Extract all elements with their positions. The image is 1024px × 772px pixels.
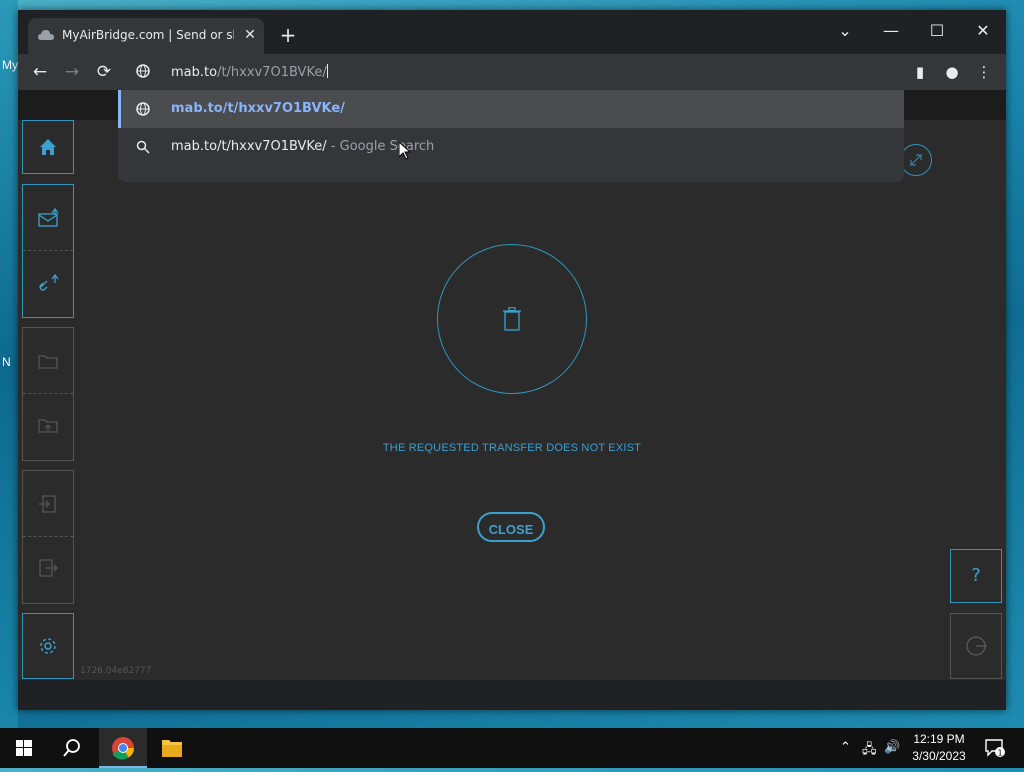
notification-icon: 1 bbox=[985, 739, 1005, 758]
close-button[interactable]: CLOSE bbox=[477, 512, 545, 542]
clock-time: 12:19 PM bbox=[913, 732, 965, 746]
back-arrow-icon[interactable]: ← bbox=[26, 58, 54, 86]
suggestion-search[interactable]: mab.to/t/hxxv7O1BVKe/ - Google Search bbox=[118, 128, 904, 166]
system-clock[interactable]: 12:19 PM 3/30/2023 bbox=[904, 731, 974, 765]
folder-icon bbox=[162, 740, 182, 757]
gear-icon bbox=[40, 638, 56, 654]
chrome-icon bbox=[112, 737, 134, 760]
selection-indicator bbox=[118, 90, 121, 128]
volume-icon[interactable]: 🔊 bbox=[884, 740, 900, 755]
tab-close-icon[interactable]: ✕ bbox=[240, 25, 260, 45]
send-menu-group bbox=[22, 184, 74, 318]
omnibox-suggestions: mab.to/t/hxxv7O1BVKe/ mab.to/t/hxxv7O1BV… bbox=[118, 90, 904, 182]
logout-button[interactable] bbox=[950, 613, 1002, 679]
notification-center-button[interactable]: 1 bbox=[984, 738, 1006, 762]
home-button[interactable] bbox=[22, 120, 74, 174]
new-tab-button[interactable]: + bbox=[276, 24, 300, 48]
link-upload-icon bbox=[39, 273, 59, 291]
trash-icon bbox=[503, 307, 521, 331]
network-icon[interactable]: 🖧 bbox=[862, 740, 877, 762]
power-icon bbox=[966, 636, 987, 656]
desktop-icon-label[interactable]: N bbox=[2, 355, 11, 369]
error-message: THE REQUESTED TRANSFER DOES NOT EXIST bbox=[382, 442, 642, 454]
windows-logo-icon bbox=[16, 740, 32, 756]
search-button[interactable] bbox=[48, 728, 96, 768]
forward-arrow-icon[interactable]: → bbox=[58, 58, 86, 86]
search-icon bbox=[136, 140, 150, 154]
suggestion-url[interactable]: mab.to/t/hxxv7O1BVKe/ bbox=[118, 90, 904, 128]
close-window-button[interactable]: ✕ bbox=[960, 16, 1006, 46]
version-label: 1726.04e82777 bbox=[80, 666, 152, 676]
globe-icon bbox=[136, 102, 150, 116]
clock-date: 3/30/2023 bbox=[912, 749, 966, 763]
empty-transfer-illustration bbox=[437, 244, 587, 394]
maximize-button[interactable]: ☐ bbox=[914, 16, 960, 46]
minimize-button[interactable]: — bbox=[868, 16, 914, 46]
envelope-upload-icon bbox=[38, 207, 59, 227]
export-icon bbox=[39, 559, 58, 577]
address-input[interactable]: mab.to/t/hxxv7O1BVKe/ bbox=[171, 64, 328, 80]
notification-count: 1 bbox=[997, 749, 1002, 758]
register-button[interactable] bbox=[23, 537, 73, 601]
mouse-cursor-icon bbox=[399, 142, 411, 160]
file-explorer-button[interactable] bbox=[148, 728, 196, 768]
chevron-up-icon[interactable]: ⌃ bbox=[840, 740, 851, 755]
reload-icon[interactable]: ⟳ bbox=[90, 58, 118, 86]
fullscreen-button[interactable] bbox=[900, 144, 932, 176]
globe-icon bbox=[136, 64, 150, 78]
files-menu-group bbox=[22, 327, 74, 461]
suggestion-text: mab.to/t/hxxv7O1BVKe/ bbox=[171, 101, 345, 116]
tab-search-button[interactable]: ⌄ bbox=[822, 16, 868, 46]
start-button[interactable] bbox=[0, 728, 48, 768]
taskbar: ⌃ 🖧 🔊 12:19 PM 3/30/2023 1 bbox=[0, 728, 1024, 768]
menu-kebab-icon[interactable]: ⋮ bbox=[970, 58, 998, 86]
settings-button[interactable] bbox=[22, 613, 74, 679]
send-email-button[interactable] bbox=[23, 185, 73, 249]
folder-upload-icon bbox=[38, 419, 58, 433]
suggestion-text: mab.to/t/hxxv7O1BVKe/ - Google Search bbox=[171, 139, 435, 154]
expand-icon bbox=[910, 154, 922, 166]
my-files-button[interactable] bbox=[23, 328, 73, 392]
browser-toolbar: ← → ⟳ mab.to/t/hxxv7O1BVKe/ ▮ ● ⋮ bbox=[18, 54, 1006, 90]
side-panel-icon[interactable]: ▮ bbox=[906, 58, 934, 86]
account-menu-group bbox=[22, 470, 74, 604]
share-link-button[interactable] bbox=[23, 251, 73, 315]
folder-icon bbox=[38, 355, 58, 369]
help-button[interactable]: ? bbox=[950, 549, 1002, 603]
browser-tab[interactable]: MyAirBridge.com | Send or share ✕ bbox=[28, 18, 264, 54]
cloud-icon bbox=[38, 30, 54, 40]
login-icon bbox=[39, 495, 56, 513]
search-icon bbox=[63, 739, 80, 757]
address-bar[interactable]: mab.to/t/hxxv7O1BVKe/ bbox=[118, 54, 904, 90]
chrome-taskbar-button[interactable] bbox=[99, 728, 147, 768]
desktop-icon-label[interactable]: My bbox=[2, 58, 18, 72]
home-icon bbox=[40, 139, 56, 155]
browser-window: MyAirBridge.com | Send or share ✕ + ⌄ — … bbox=[18, 10, 1006, 710]
tab-strip: MyAirBridge.com | Send or share ✕ + ⌄ — … bbox=[18, 10, 1006, 54]
tab-title: MyAirBridge.com | Send or share bbox=[62, 28, 234, 42]
login-button[interactable] bbox=[23, 471, 73, 535]
profile-icon[interactable]: ● bbox=[938, 58, 966, 86]
